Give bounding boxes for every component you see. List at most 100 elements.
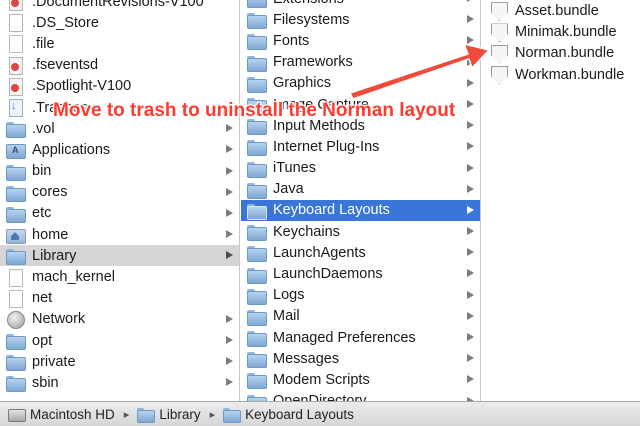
folder-icon	[246, 223, 267, 242]
file-item-opt[interactable]: opt	[0, 330, 239, 351]
disclosure-arrow-icon	[467, 99, 474, 108]
applications-folder-icon	[5, 141, 26, 160]
file-item-extensions[interactable]: Extensions	[241, 0, 480, 9]
path-crumb-keyboard-layouts[interactable]: Keyboard Layouts	[223, 407, 354, 423]
file-item-vol[interactable]: .vol	[0, 118, 239, 139]
file-item-label: Filesystems	[273, 11, 350, 28]
file-item-label: Extensions	[273, 0, 344, 7]
file-item-label: opt	[32, 332, 53, 349]
file-item-itunes[interactable]: iTunes	[241, 158, 480, 179]
file-item-label: Keychains	[273, 223, 340, 240]
folder-icon	[5, 247, 26, 266]
disclosure-arrow-icon	[226, 336, 233, 344]
file-item-label: Fonts	[273, 32, 310, 49]
file-item-frameworks[interactable]: Frameworks	[241, 52, 480, 73]
disclosure-arrow-icon	[226, 314, 233, 323]
file-item-messages[interactable]: Messages	[241, 348, 480, 369]
file-item-sbin[interactable]: sbin	[0, 372, 239, 393]
file-item-mail[interactable]: Mail	[241, 306, 480, 327]
file-item-trashes[interactable]: .Trashes	[0, 97, 239, 118]
disclosure-arrow-icon	[467, 163, 474, 172]
file-item-file[interactable]: .file	[0, 33, 239, 54]
file-item-label: Image Capture	[273, 96, 369, 113]
file-item-minimak-bundle[interactable]: Minimak.bundle	[482, 21, 640, 42]
file-item-java[interactable]: Java	[241, 179, 480, 200]
file-item-label: Logs	[273, 287, 305, 304]
disclosure-arrow-icon	[467, 142, 474, 151]
file-item-workman-bundle[interactable]: Workman.bundle	[482, 64, 640, 85]
folder-icon	[246, 181, 267, 199]
file-item-label: Network	[32, 311, 86, 328]
file-item-filesystems[interactable]: Filesystems	[241, 9, 480, 30]
folder-icon	[223, 407, 242, 423]
file-item-image-capture[interactable]: Image Capture	[241, 94, 480, 115]
file-item-label: .file	[32, 35, 55, 52]
file-item-opendirectory[interactable]: OpenDirectory	[241, 391, 480, 401]
file-item-internet-plug-ins[interactable]: Internet Plug-Ins	[241, 136, 480, 157]
file-item-input-methods[interactable]: Input Methods	[241, 115, 480, 136]
file-item-launchagents[interactable]: LaunchAgents	[241, 242, 480, 263]
disclosure-arrow-icon	[467, 15, 474, 24]
folder-icon	[5, 353, 26, 372]
file-item-network[interactable]: Network	[0, 309, 239, 330]
column-keyboard-layouts[interactable]: Asset.bundle Minimak.bundle Norman.bundle W…	[482, 0, 640, 401]
disclosure-arrow-icon	[467, 205, 474, 214]
folder-icon	[246, 202, 267, 220]
disclosure-arrow-icon	[467, 36, 474, 45]
file-item-library[interactable]: Library	[0, 245, 239, 267]
path-bar: Macintosh HD ▸ Library ▸ Keyboard Layout…	[0, 401, 640, 426]
document-icon	[5, 289, 25, 308]
file-item-etc[interactable]: etc	[0, 203, 239, 224]
path-crumb-macintosh-hd[interactable]: Macintosh HD	[8, 407, 115, 422]
file-item-label: OpenDirectory	[273, 393, 366, 401]
file-item-fonts[interactable]: Fonts	[241, 30, 480, 51]
path-separator-icon: ▸	[123, 408, 130, 421]
disclosure-arrow-icon	[467, 290, 474, 299]
folder-icon	[246, 160, 267, 178]
disclosure-arrow-icon	[467, 184, 474, 193]
file-item-label: Asset.bundle	[515, 2, 599, 19]
restricted-folder-icon	[5, 0, 25, 12]
file-item-asset-bundle[interactable]: Asset.bundle	[482, 0, 640, 21]
file-item-keyboard-layouts[interactable]: Keyboard Layouts	[241, 199, 480, 222]
file-item-spotlight-v100[interactable]: .Spotlight-V100	[0, 76, 239, 97]
column-root[interactable]: .DocumentRevisions-V100 .DS_Store .file .fs…	[0, 0, 240, 401]
file-item-fseventsd[interactable]: .fseventsd	[0, 55, 239, 76]
file-item-documentrevisions-v100[interactable]: .DocumentRevisions-V100	[0, 0, 239, 12]
file-item-bin[interactable]: bin	[0, 161, 239, 182]
disclosure-arrow-icon	[226, 166, 233, 175]
folder-icon	[246, 371, 267, 390]
file-item-managed-preferences[interactable]: Managed Preferences	[241, 327, 480, 348]
folder-icon	[5, 184, 26, 202]
folder-icon	[5, 163, 26, 181]
file-item-label: etc	[32, 205, 52, 222]
bundle-shield-icon	[490, 45, 507, 62]
file-item-modem-scripts[interactable]: Modem Scripts	[241, 369, 480, 390]
file-item-keychains[interactable]: Keychains	[241, 221, 480, 242]
column-library[interactable]: Extensions Filesystems Fonts Frameworks Grap…	[241, 0, 481, 401]
file-item-cores[interactable]: cores	[0, 182, 239, 203]
folder-icon	[246, 244, 267, 263]
file-item-private[interactable]: private	[0, 351, 239, 372]
file-item-label: LaunchAgents	[273, 244, 366, 261]
file-item-graphics[interactable]: Graphics	[241, 73, 480, 94]
file-item-norman-bundle[interactable]: Norman.bundle	[482, 43, 640, 64]
file-item-launchdaemons[interactable]: LaunchDaemons	[241, 263, 480, 284]
file-item-logs[interactable]: Logs	[241, 285, 480, 306]
folder-icon	[246, 287, 267, 305]
disclosure-arrow-icon	[226, 251, 233, 260]
path-crumb-library[interactable]: Library	[137, 407, 201, 423]
file-item-label: cores	[32, 184, 68, 201]
file-item-label: Internet Plug-Ins	[273, 138, 380, 155]
file-item-applications[interactable]: Applications	[0, 139, 239, 160]
folder-icon	[5, 205, 26, 223]
file-item-mach-kernel[interactable]: mach_kernel	[0, 266, 239, 287]
file-item-net[interactable]: net	[0, 288, 239, 309]
file-item-home[interactable]: home	[0, 224, 239, 245]
file-item-ds-store[interactable]: .DS_Store	[0, 12, 239, 33]
disclosure-arrow-icon	[467, 354, 474, 363]
file-item-label: .DS_Store	[32, 14, 99, 31]
file-item-label: .fseventsd	[32, 57, 99, 74]
file-item-label: LaunchDaemons	[273, 266, 383, 283]
file-item-label: .vol	[32, 120, 55, 137]
